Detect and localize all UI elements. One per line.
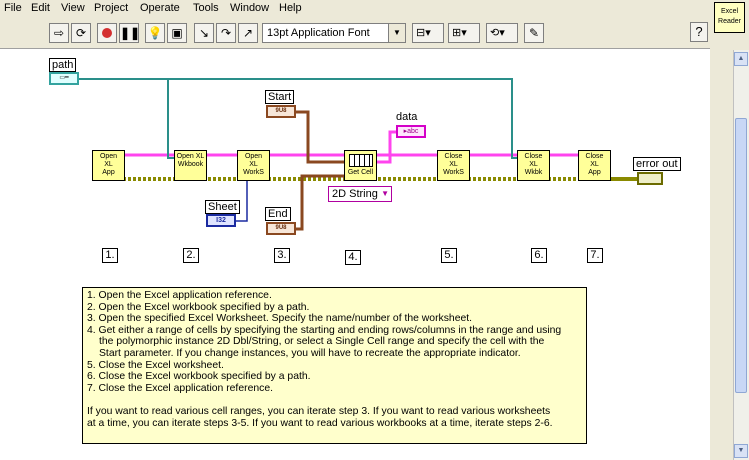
- path-label: path: [49, 58, 77, 72]
- end-control-terminal[interactable]: 9U8: [266, 222, 296, 235]
- description-line: the polymorphic instance 2D Dbl/String, …: [99, 336, 545, 348]
- path-control-terminal[interactable]: ▭━: [49, 72, 79, 85]
- step-label: 4.: [345, 250, 361, 265]
- step-label: 1.: [102, 248, 118, 263]
- node-text: Open XL: [176, 153, 205, 160]
- node-text: XL: [449, 161, 458, 168]
- get-cell-node[interactable]: Get Cell: [344, 150, 377, 181]
- step-label: 2.: [183, 248, 199, 263]
- grid-icon: [348, 154, 373, 167]
- node-text: Wkbook: [177, 161, 204, 168]
- open-xl-workbook-node[interactable]: Open XL Wkbook: [174, 150, 207, 181]
- node-text: Get Cell: [347, 169, 374, 176]
- node-text: Close: [524, 153, 543, 160]
- sheet-label: Sheet: [205, 200, 240, 214]
- node-text: XL: [590, 161, 599, 168]
- node-text: Open: [244, 153, 263, 160]
- node-text: WorkS: [443, 169, 464, 176]
- polymorphic-selector[interactable]: 2D String ▼: [328, 186, 392, 202]
- description-line: 5. Close the Excel worksheet.: [87, 359, 224, 371]
- description-line: Start parameter. If you change instances…: [99, 347, 521, 359]
- description-line: If you want to read various cell ranges,…: [87, 405, 551, 417]
- scrollbar-thumb[interactable]: [735, 118, 747, 393]
- node-text: WorkS: [243, 169, 264, 176]
- node-text: App: [588, 169, 601, 176]
- chevron-down-icon: ▼: [381, 189, 389, 198]
- description-line: 6. Close the Excel workbook specified by…: [87, 371, 311, 383]
- scroll-down-icon[interactable]: ▼: [734, 444, 748, 458]
- data-indicator-type: abc: [407, 128, 419, 135]
- step-label: 6.: [531, 248, 547, 263]
- data-indicator-terminal[interactable]: ▸abc: [396, 125, 426, 138]
- step-label: 7.: [587, 248, 603, 263]
- description-line: 3. Open the specified Excel Worksheet. S…: [87, 313, 473, 325]
- open-xl-worksheet-node[interactable]: Open XL WorkS: [237, 150, 270, 181]
- node-text: Open: [99, 153, 118, 160]
- description-blank-line: [87, 394, 582, 406]
- node-text: Close: [585, 153, 604, 160]
- description-line: 4. Get either a range of cells by specif…: [87, 324, 562, 336]
- node-text: Wkbk: [524, 169, 543, 176]
- node-text: Close: [444, 153, 463, 160]
- description-line: 2. Open the Excel workbook specified by …: [87, 301, 310, 313]
- data-label: data: [396, 111, 418, 123]
- scroll-up-icon[interactable]: ▲: [734, 52, 748, 66]
- open-xl-app-node[interactable]: Open XL App: [92, 150, 125, 181]
- node-text: XL: [104, 161, 113, 168]
- error-out-terminal[interactable]: [637, 172, 663, 185]
- node-text: XL: [529, 161, 538, 168]
- start-label: Start: [265, 90, 295, 104]
- description-line: at a time, you can iterate steps 3-5. If…: [87, 417, 553, 429]
- step-label: 3.: [274, 248, 290, 263]
- sheet-control-terminal[interactable]: I32: [206, 214, 236, 227]
- description-line: 7. Close the Excel application reference…: [87, 382, 273, 394]
- node-text: XL: [249, 161, 258, 168]
- end-label: End: [265, 207, 291, 221]
- start-control-terminal[interactable]: 9U8: [266, 105, 296, 118]
- close-xl-worksheet-node[interactable]: Close XL WorkS: [437, 150, 470, 181]
- close-xl-app-node[interactable]: Close XL App: [578, 150, 611, 181]
- error-out-label: error out: [633, 157, 681, 171]
- step-label: 5.: [441, 248, 457, 263]
- description-line: 1. Open the Excel application reference.: [87, 290, 272, 301]
- node-text: App: [102, 169, 115, 176]
- close-xl-workbook-node[interactable]: Close XL Wkbk: [517, 150, 550, 181]
- description-comment: 1. Open the Excel application reference.…: [82, 287, 587, 444]
- polymorphic-selector-value: 2D String: [332, 188, 378, 200]
